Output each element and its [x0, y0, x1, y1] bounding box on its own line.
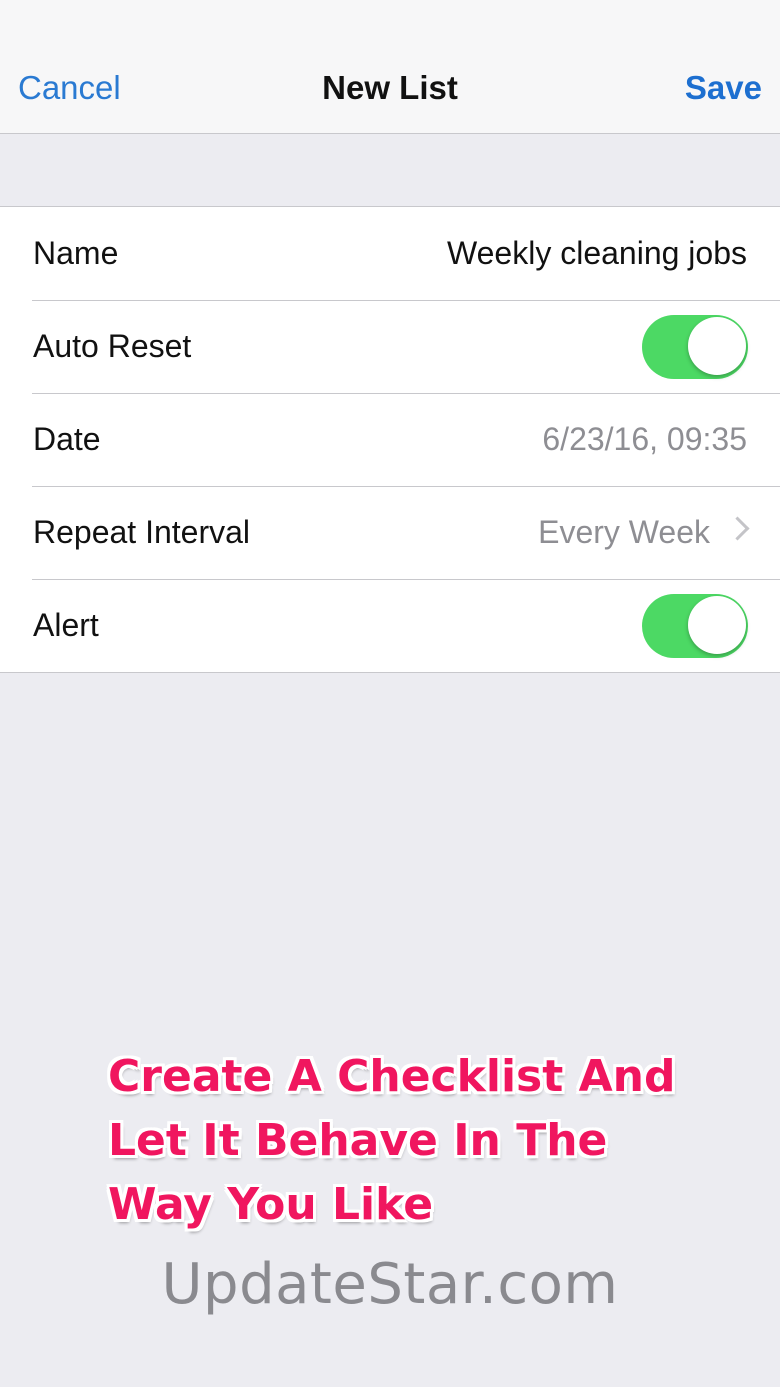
name-row[interactable]: Name Weekly cleaning jobs: [0, 207, 780, 300]
alert-toggle[interactable]: [642, 594, 748, 658]
page-title: New List: [322, 69, 458, 106]
toggle-knob: [688, 596, 746, 654]
new-list-form: Name Weekly cleaning jobs Auto Reset Dat…: [0, 206, 780, 673]
save-button[interactable]: Save: [685, 68, 762, 108]
repeat-interval-value: Every Week: [538, 514, 710, 550]
repeat-interval-row[interactable]: Repeat Interval Every Week: [0, 486, 780, 579]
repeat-interval-label: Repeat Interval: [33, 514, 251, 550]
alert-row: Alert: [0, 579, 780, 672]
caption-line: Way You Like: [108, 1179, 434, 1230]
caption-line: Let It Behave In The: [108, 1115, 608, 1166]
caption-line: Create A Checklist And: [108, 1051, 676, 1102]
auto-reset-label: Auto Reset: [33, 328, 192, 364]
toggle-knob: [688, 317, 746, 375]
date-row[interactable]: Date 6/23/16, 09:35: [0, 393, 780, 486]
promo-caption: Create A Checklist And Let It Behave In …: [108, 1045, 728, 1237]
name-label: Name: [33, 235, 119, 271]
auto-reset-row: Auto Reset: [0, 300, 780, 393]
navigation-bar: Cancel New List Save: [0, 0, 780, 134]
date-value[interactable]: 6/23/16, 09:35: [542, 393, 747, 486]
auto-reset-toggle[interactable]: [642, 315, 748, 379]
watermark: UpdateStar.com: [161, 1252, 619, 1317]
alert-label: Alert: [33, 607, 99, 643]
name-field[interactable]: Weekly cleaning jobs: [447, 207, 747, 300]
chevron-right-icon: [725, 516, 750, 541]
date-label: Date: [33, 421, 101, 457]
